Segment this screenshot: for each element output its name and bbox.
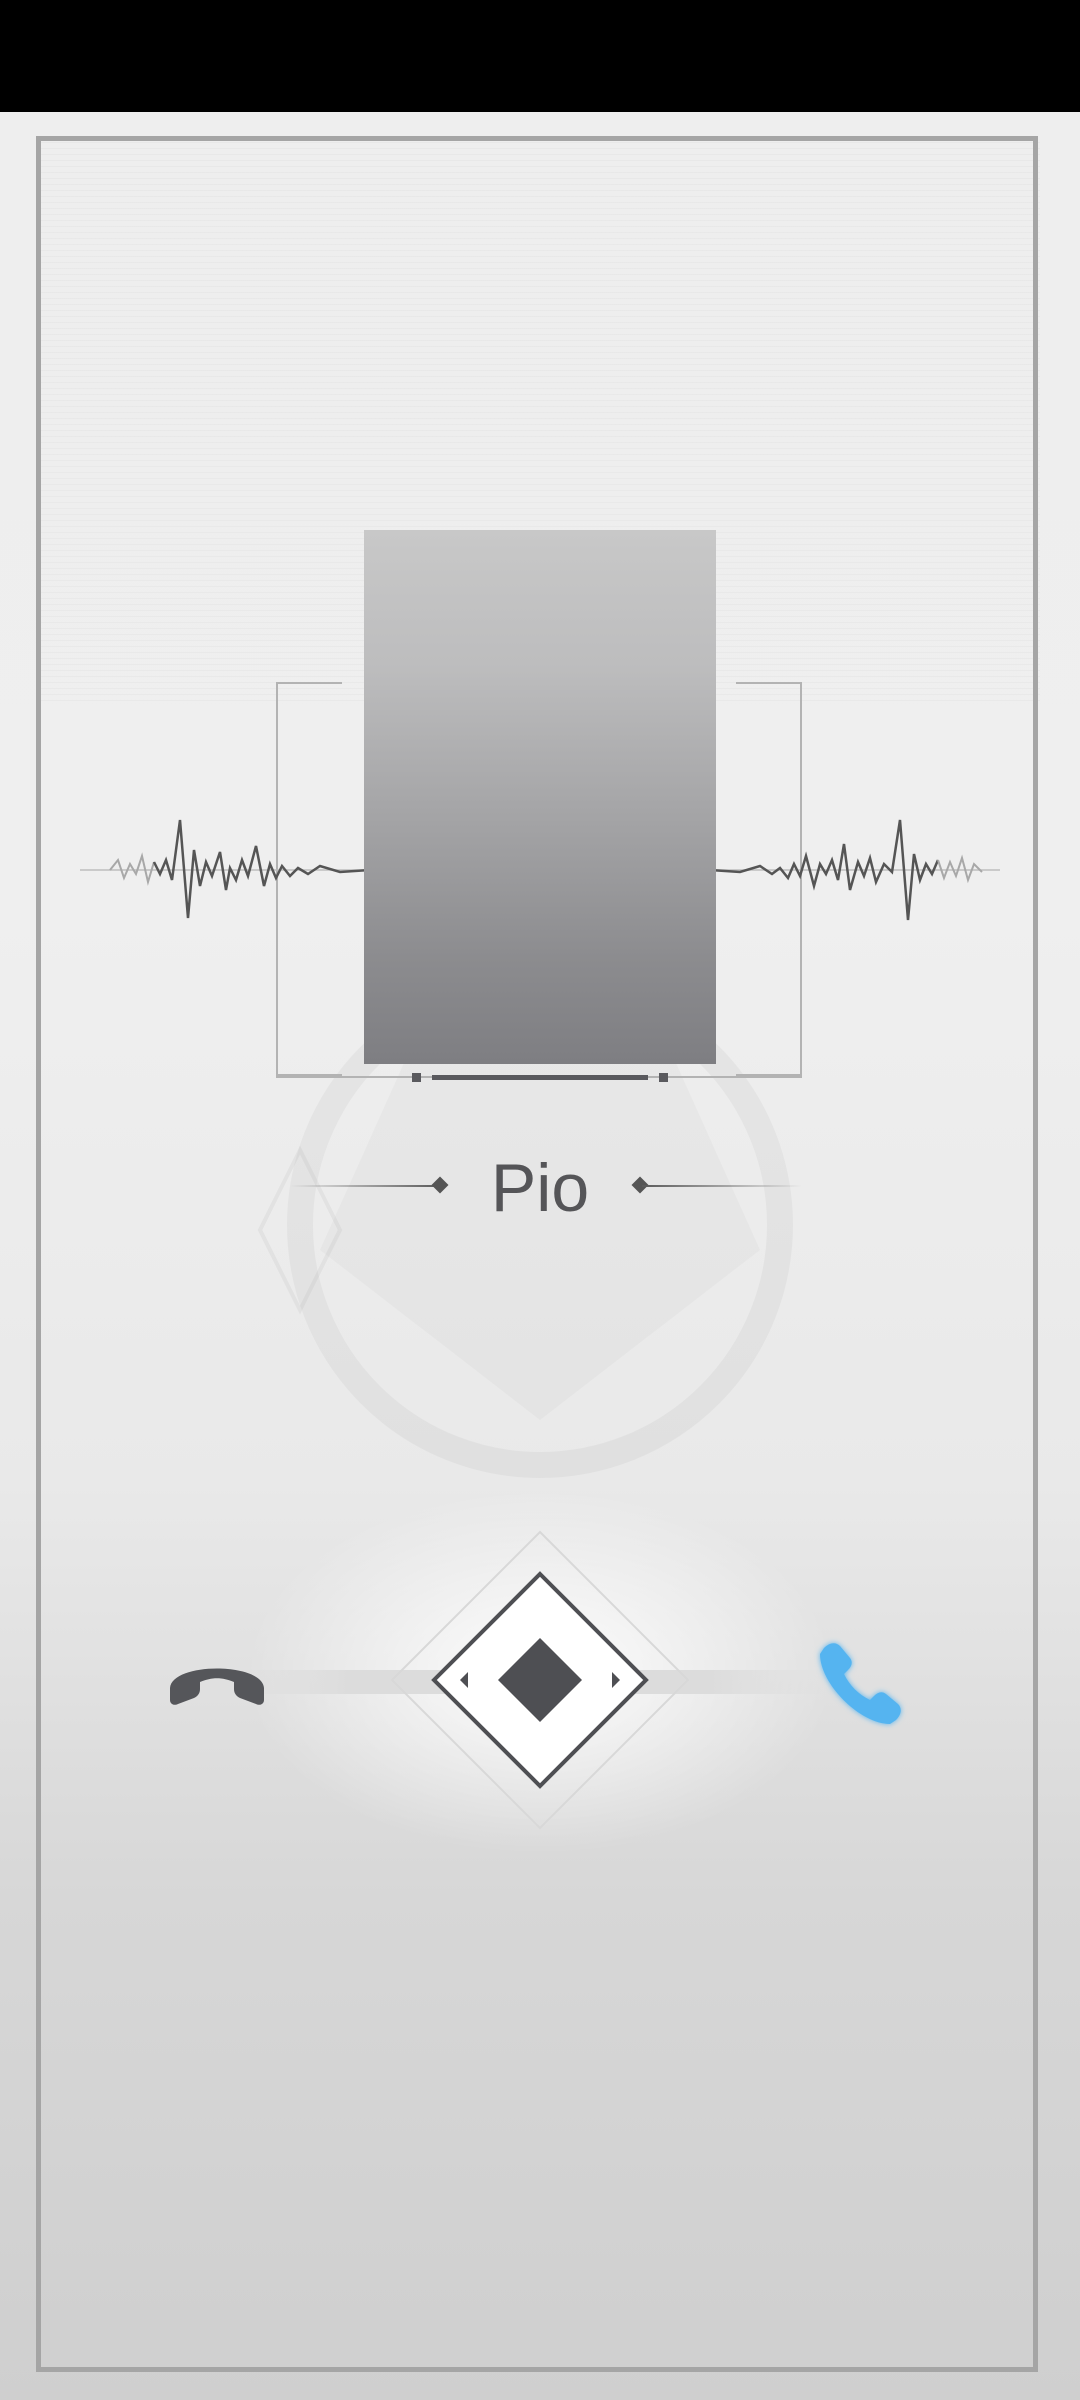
name-diamond-left bbox=[431, 1176, 449, 1194]
screen-frame bbox=[36, 136, 1038, 2372]
name-divider-left bbox=[290, 1185, 440, 1187]
caller-portrait bbox=[364, 530, 716, 1064]
diamond-slider-icon[interactable] bbox=[390, 1530, 690, 1830]
audio-wave-left bbox=[80, 819, 370, 919]
phone-hangup-icon[interactable] bbox=[162, 1648, 272, 1718]
caller-name: Pio bbox=[490, 1150, 590, 1226]
audio-wave-right bbox=[710, 819, 1000, 921]
phone-answer-icon[interactable] bbox=[810, 1632, 910, 1732]
status-bar bbox=[0, 0, 1080, 112]
name-divider-right bbox=[642, 1185, 802, 1187]
caller-name-row: Pio bbox=[290, 1148, 810, 1228]
portrait-progress-bar bbox=[412, 1073, 668, 1082]
